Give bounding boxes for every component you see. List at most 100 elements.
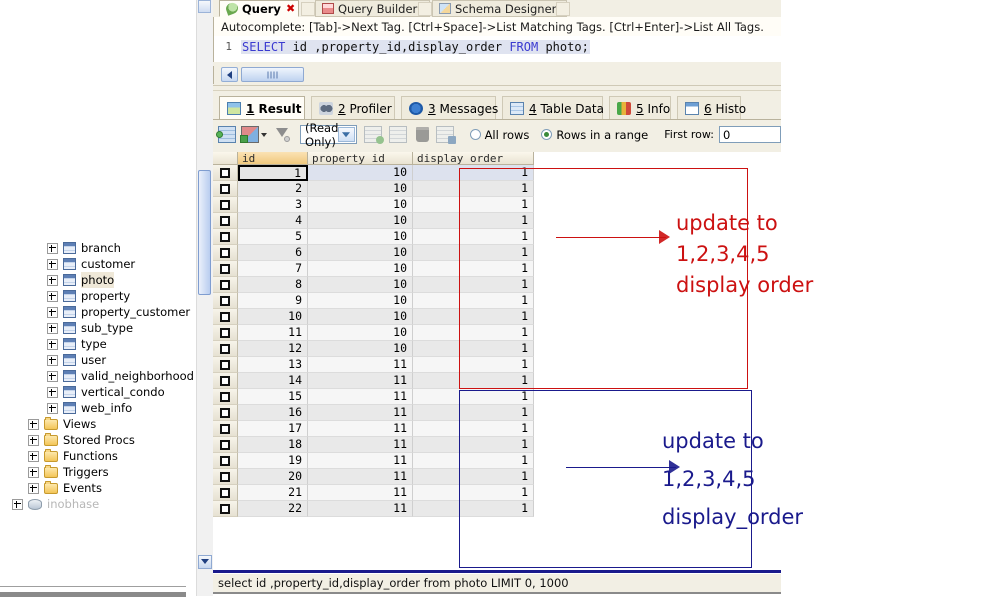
grid-row[interactable]: 12 10 1 [213, 341, 534, 357]
grid-cell-id[interactable]: 4 [238, 213, 308, 229]
expand-plus-icon[interactable] [47, 274, 58, 286]
checkbox-icon[interactable] [220, 503, 230, 514]
expand-plus-icon[interactable] [12, 498, 23, 510]
grid-cell-property_id[interactable]: 10 [308, 181, 413, 197]
grid-cell-id[interactable]: 1 [238, 165, 308, 181]
grid-cell-property_id[interactable]: 10 [308, 245, 413, 261]
tree-item-type[interactable]: type [0, 336, 195, 352]
grid-cell-property_id[interactable]: 11 [308, 357, 413, 373]
row-selector-cell[interactable] [213, 469, 238, 485]
checkbox-icon[interactable] [220, 263, 230, 274]
grid-cell-id[interactable]: 20 [238, 469, 308, 485]
checkbox-icon[interactable] [220, 359, 230, 370]
checkbox-icon[interactable] [220, 439, 230, 450]
expand-plus-icon[interactable] [47, 306, 58, 318]
grid-cell-display_order[interactable]: 1 [413, 469, 534, 485]
grid-row[interactable]: 16 11 1 [213, 405, 534, 421]
grid-cell-display_order[interactable]: 1 [413, 325, 534, 341]
grid-mode-select[interactable]: (Read Only) [300, 121, 357, 149]
grid-cell-id[interactable]: 5 [238, 229, 308, 245]
checkbox-icon[interactable] [220, 199, 230, 210]
tab-query[interactable]: Query ✖ [219, 0, 299, 17]
row-selector-cell[interactable] [213, 261, 238, 277]
grid-cell-id[interactable]: 19 [238, 453, 308, 469]
grid-row[interactable]: 4 10 1 [213, 213, 534, 229]
delete-row-icon[interactable] [435, 126, 456, 144]
checkbox-icon[interactable] [220, 247, 230, 258]
radio-icon-all-rows[interactable] [469, 129, 481, 140]
grid-header-corner[interactable] [213, 152, 238, 165]
row-selector-cell[interactable] [213, 389, 238, 405]
insert-row-icon[interactable] [363, 126, 384, 144]
grid-cell-property_id[interactable]: 11 [308, 469, 413, 485]
tree-item-valid-neighborhood[interactable]: valid_neighborhood [0, 368, 195, 384]
grid-cell-display_order[interactable]: 1 [413, 357, 534, 373]
grid-cell-id[interactable]: 9 [238, 293, 308, 309]
update-row-icon[interactable] [388, 126, 407, 143]
row-selector-cell[interactable] [213, 213, 238, 229]
grid-cell-display_order[interactable]: 1 [413, 437, 534, 453]
grid-cell-display_order[interactable]: 1 [413, 245, 534, 261]
grid-row[interactable]: 13 11 1 [213, 357, 534, 373]
expand-plus-icon[interactable] [28, 482, 39, 494]
grid-cell-property_id[interactable]: 10 [308, 213, 413, 229]
checkbox-icon[interactable] [220, 215, 230, 226]
tree-item-property-customer[interactable]: property_customer [0, 304, 195, 320]
grid-cell-display_order[interactable]: 1 [413, 293, 534, 309]
checkbox-icon[interactable] [220, 407, 230, 418]
row-selector-cell[interactable] [213, 357, 238, 373]
grid-row[interactable]: 5 10 1 [213, 229, 534, 245]
export-results-icon[interactable] [240, 126, 259, 143]
grid-cell-property_id[interactable]: 11 [308, 485, 413, 501]
tree-item-user[interactable]: user [0, 352, 195, 368]
expand-plus-icon[interactable] [47, 354, 58, 366]
row-selector-cell[interactable] [213, 373, 238, 389]
grid-cell-display_order[interactable]: 1 [413, 341, 534, 357]
grid-cell-id[interactable]: 11 [238, 325, 308, 341]
delete-icon[interactable] [415, 127, 429, 142]
grid-cell-id[interactable]: 7 [238, 261, 308, 277]
radio-all-rows[interactable]: All rows [469, 128, 529, 142]
grid-row[interactable]: 21 11 1 [213, 485, 534, 501]
checkbox-icon[interactable] [220, 311, 230, 322]
expand-plus-icon[interactable] [47, 322, 58, 334]
checkbox-icon[interactable] [220, 279, 230, 290]
result-tab-info[interactable]: 5 Info [609, 96, 671, 120]
grid-cell-property_id[interactable]: 10 [308, 197, 413, 213]
grid-cell-id[interactable]: 17 [238, 421, 308, 437]
expand-plus-icon[interactable] [28, 450, 39, 462]
expand-plus-icon[interactable] [47, 386, 58, 398]
grid-cell-property_id[interactable]: 10 [308, 165, 413, 181]
grid-cell-display_order[interactable]: 1 [413, 501, 534, 517]
grid-cell-id[interactable]: 2 [238, 181, 308, 197]
grid-cell-display_order[interactable]: 1 [413, 277, 534, 293]
result-tab-table-data[interactable]: 4 Table Data [502, 96, 604, 120]
tree-item-triggers[interactable]: Triggers [0, 464, 195, 480]
grid-cell-id[interactable]: 6 [238, 245, 308, 261]
checkbox-icon[interactable] [220, 231, 230, 242]
checkbox-icon[interactable] [220, 471, 230, 482]
radio-icon-rows-in-range[interactable] [541, 129, 553, 140]
grid-cell-property_id[interactable]: 10 [308, 309, 413, 325]
row-selector-cell[interactable] [213, 405, 238, 421]
expand-plus-icon[interactable] [47, 290, 58, 302]
grid-cell-display_order[interactable]: 1 [413, 197, 534, 213]
checkbox-icon[interactable] [220, 423, 230, 434]
grid-cell-property_id[interactable]: 10 [308, 261, 413, 277]
tree-item-events[interactable]: Events [0, 480, 195, 496]
grid-cell-display_order[interactable]: 1 [413, 405, 534, 421]
row-selector-cell[interactable] [213, 245, 238, 261]
checkbox-icon[interactable] [220, 327, 230, 338]
row-selector-cell[interactable] [213, 437, 238, 453]
grid-row[interactable]: 10 10 1 [213, 309, 534, 325]
sql-editor[interactable]: 1 SELECT id ,property_id,display_order F… [213, 36, 781, 62]
grid-cell-id[interactable]: 21 [238, 485, 308, 501]
tree-item-branch[interactable]: branch [0, 240, 195, 256]
grid-cell-id[interactable]: 10 [238, 309, 308, 325]
grid-cell-property_id[interactable]: 11 [308, 389, 413, 405]
grid-cell-property_id[interactable]: 11 [308, 373, 413, 389]
result-tab-messages[interactable]: 3 Messages [401, 96, 498, 120]
tree-item-customer[interactable]: customer [0, 256, 195, 272]
tree-item-views[interactable]: Views [0, 416, 195, 432]
row-selector-cell[interactable] [213, 277, 238, 293]
